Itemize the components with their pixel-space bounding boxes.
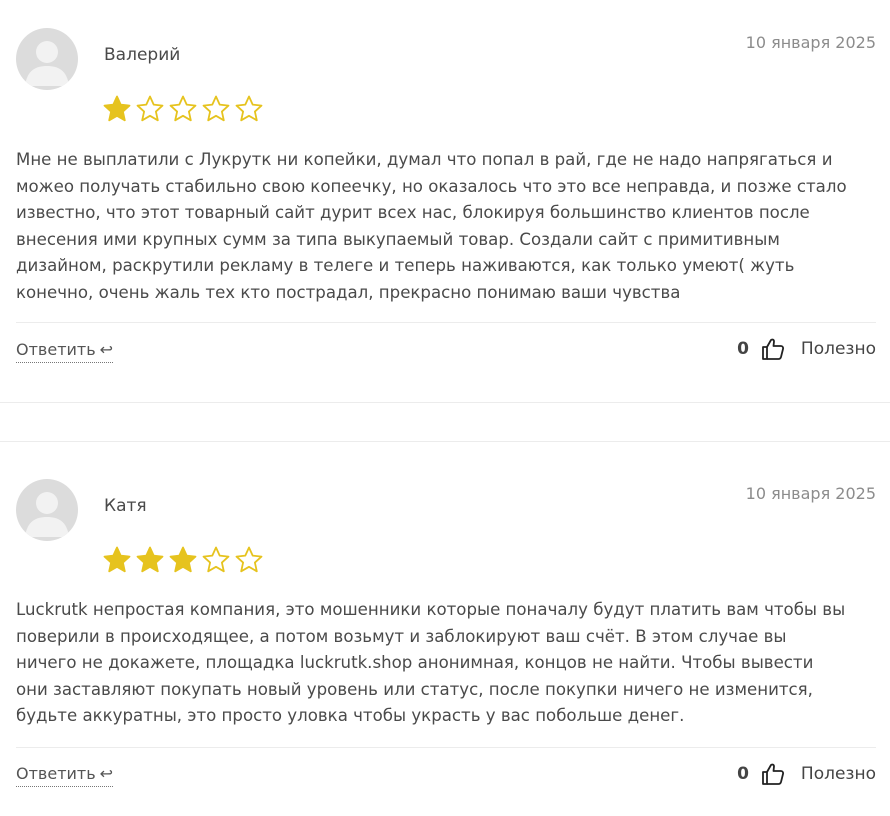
- review-author: Валерий: [104, 45, 181, 65]
- star-empty-icon: [169, 95, 197, 122]
- useful-count: 0: [737, 339, 749, 359]
- avatar: [16, 28, 78, 90]
- star-empty-icon: [136, 95, 164, 122]
- review-text-line: поверили в происходящее, а потом возьмут…: [16, 626, 787, 646]
- thumbs-up-icon[interactable]: [761, 762, 785, 786]
- user-avatar-icon: [25, 492, 69, 537]
- review-text-line: Мне не выплатили с Лукрутк ни копейки, д…: [16, 150, 833, 169]
- star-empty-icon: [235, 95, 263, 122]
- useful-button[interactable]: Полезно: [801, 339, 876, 359]
- star-filled-icon: [169, 546, 197, 573]
- useful-section: 0 Полезно: [737, 337, 876, 361]
- star-filled-icon: [103, 546, 131, 573]
- star-empty-icon: [235, 546, 263, 573]
- review-author: Катя: [104, 496, 147, 516]
- reply-arrow-icon: ↩: [99, 340, 114, 359]
- review-text-line: Luckrutk непростая компания, это мошенни…: [16, 600, 846, 619]
- star-rating: [102, 94, 264, 124]
- divider: [16, 747, 876, 748]
- divider: [16, 322, 876, 323]
- star-filled-icon: [103, 95, 131, 122]
- review-text-line: дизайном, раскрутили рекламу в телеге и …: [16, 256, 795, 276]
- review-text: Мне не выплатили с Лукрутк ни копейки, д…: [16, 147, 878, 307]
- reply-button[interactable]: Ответить ↩: [16, 340, 114, 363]
- avatar: [16, 479, 78, 541]
- review-text-line: ничего не докажете, площадка luckrutk.sh…: [16, 653, 814, 673]
- review-date: 10 января 2025: [745, 33, 876, 52]
- review-text-line: будьте аккуратны, это просто уловка чтоб…: [16, 706, 685, 726]
- reply-label: Ответить: [16, 764, 96, 783]
- review-text-line: известно, что этот товарный сайт дурит в…: [16, 203, 810, 223]
- star-empty-icon: [202, 95, 230, 122]
- user-avatar-icon: [25, 41, 69, 86]
- useful-button[interactable]: Полезно: [801, 764, 876, 784]
- star-filled-icon: [136, 546, 164, 573]
- reply-arrow-icon: ↩: [99, 764, 114, 783]
- section-divider: [0, 402, 890, 403]
- useful-count: 0: [737, 764, 749, 784]
- review-text-line: они заставляют покупать новый уровень ил…: [16, 679, 813, 699]
- useful-section: 0 Полезно: [737, 762, 876, 786]
- review-text-line: внесения ими крупных сумм за типа выкупа…: [16, 229, 780, 249]
- section-divider: [0, 441, 890, 442]
- reply-button[interactable]: Ответить ↩: [16, 764, 114, 787]
- star-empty-icon: [202, 546, 230, 573]
- review-date: 10 января 2025: [745, 484, 876, 503]
- reply-label: Ответить: [16, 340, 96, 359]
- review-text-line: конечно, очень жаль тех кто пострадал, п…: [16, 282, 681, 302]
- review-text: Luckrutk непростая компания, это мошенни…: [16, 597, 878, 730]
- star-rating: [102, 545, 264, 575]
- thumbs-up-icon[interactable]: [761, 337, 785, 361]
- review-text-line: можео получать стабильно свою копеечку, …: [16, 176, 847, 196]
